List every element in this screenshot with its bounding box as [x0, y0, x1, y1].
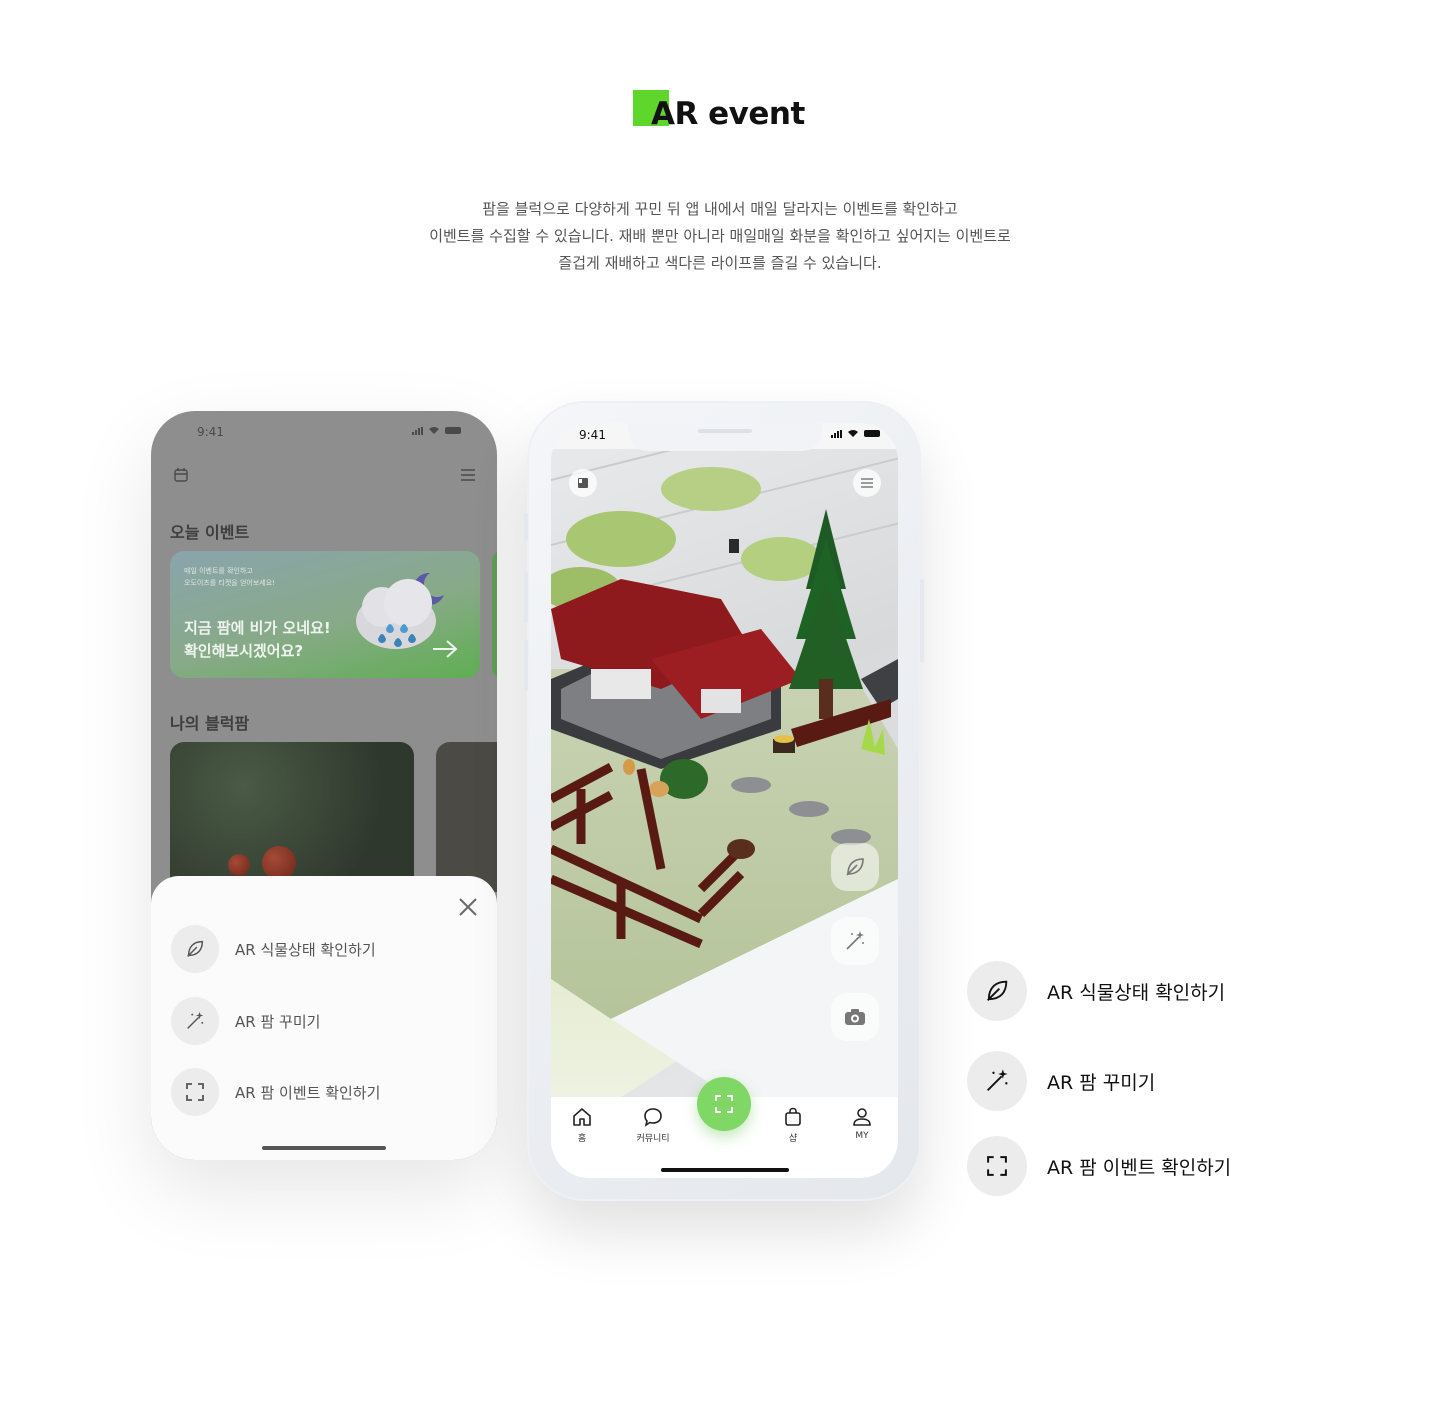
description-line: 팜을 블럭으로 다양하게 꾸민 뒤 앱 내에서 매일 달라지는 이벤트를 확인하…: [482, 200, 958, 218]
tab-my[interactable]: MY: [842, 1107, 882, 1141]
side-button: [524, 571, 528, 623]
status-icons: [412, 426, 461, 435]
legend-label: AR 팜 이벤트 확인하기: [1047, 1156, 1232, 1179]
legend-item-decorate: AR 팜 꾸미기: [967, 1051, 1155, 1111]
tab-shop[interactable]: 샵: [773, 1107, 813, 1144]
user-icon: [853, 1108, 871, 1126]
bottom-tab-bar: 홈 커뮤니티 샵 MY: [551, 1077, 898, 1178]
status-time: 9:41: [579, 428, 606, 442]
menu-icon: [861, 478, 873, 488]
scan-frame-icon: [715, 1095, 733, 1113]
ar-scan-button[interactable]: [697, 1077, 751, 1131]
tab-label: 홈: [577, 1134, 587, 1144]
home-indicator: [661, 1168, 789, 1172]
tab-label: 커뮤니티: [636, 1134, 670, 1144]
status-time: 9:41: [197, 425, 224, 439]
event-card-headline-line: 확인해보시겠어요?: [184, 642, 304, 660]
side-button: [524, 639, 528, 691]
legend-item-plant-status: AR 식물상태 확인하기: [967, 961, 1225, 1021]
right-phone-mockup: 9:41 홈 커뮤니티 샵 MY: [524, 401, 924, 1201]
status-bar: 9:41: [151, 411, 497, 451]
description-line: 이벤트를 수집할 수 있습니다. 재배 뿐만 아니라 매일매일 화분을 확인하고…: [429, 227, 1011, 245]
calendar-icon[interactable]: [173, 467, 189, 483]
leaf-icon: [846, 858, 864, 876]
leaf-icon: [171, 925, 219, 973]
phone-screen: 9:41 홈 커뮤니티 샵 MY: [551, 423, 898, 1178]
sheet-item-label: AR 팜 이벤트 확인하기: [235, 1083, 381, 1102]
signal-icon: [831, 429, 842, 438]
sheet-item-label: AR 팜 꾸미기: [235, 1012, 321, 1031]
signal-icon: [412, 426, 423, 435]
scan-frame-icon: [171, 1068, 219, 1116]
menu-icon[interactable]: [461, 469, 475, 481]
event-card-headline: 지금 팜에 비가 오네요! 확인해보시겠어요?: [184, 617, 331, 663]
arrow-right-icon[interactable]: [432, 639, 458, 659]
battery-icon: [445, 427, 461, 434]
camera-icon: [845, 1009, 865, 1025]
title-text: AR event: [651, 96, 805, 132]
ar-action-sheet: AR 식물상태 확인하기 AR 팜 꾸미기 AR 팜 이벤트 확인하기: [151, 876, 497, 1160]
side-button: [920, 579, 924, 663]
legend-item-event: AR 팜 이벤트 확인하기: [967, 1136, 1231, 1196]
menu-button[interactable]: [853, 469, 881, 497]
tab-community[interactable]: 커뮤니티: [633, 1107, 673, 1144]
today-event-title: 오늘 이벤트: [170, 523, 250, 542]
legend-label: AR 식물상태 확인하기: [1047, 981, 1226, 1004]
shopping-bag-icon: [785, 1107, 801, 1126]
bookmark-icon: [578, 478, 588, 488]
tab-label: 샵: [788, 1134, 798, 1144]
tab-label: MY: [855, 1131, 869, 1141]
legend-label: AR 팜 꾸미기: [1047, 1071, 1156, 1094]
camera-button[interactable]: [831, 993, 879, 1041]
decorate-button[interactable]: [831, 917, 879, 965]
event-card-headline-line: 지금 팜에 비가 오네요!: [184, 619, 331, 637]
bookmark-button[interactable]: [569, 469, 597, 497]
ar-camera-view[interactable]: [551, 449, 898, 1097]
status-icons: [831, 429, 880, 438]
tomato: [262, 846, 296, 880]
scan-frame-icon: [967, 1136, 1027, 1196]
event-card[interactable]: 매일 이벤트를 확인하고 오도이츠를 티켓을 얻어보세요! 지금 팜에 비가 오…: [170, 551, 480, 678]
sheet-item-label: AR 식물상태 확인하기: [235, 940, 376, 959]
event-card-caption-line: 매일 이벤트를 확인하고: [184, 567, 253, 575]
wifi-icon: [429, 427, 439, 434]
event-card-caption-line: 오도이츠를 티켓을 얻어보세요!: [184, 579, 275, 587]
my-farm-title: 나의 블럭팜: [170, 714, 250, 733]
speaker: [698, 429, 752, 433]
event-card-next[interactable]: [492, 551, 497, 678]
home-icon: [573, 1108, 591, 1126]
home-indicator: [262, 1146, 386, 1150]
wifi-icon: [848, 430, 858, 437]
leaf-icon: [967, 961, 1027, 1021]
description-line: 즐겁게 재배하고 색다른 라이프를 즐길 수 있습니다.: [558, 254, 882, 272]
section-description: 팜을 블럭으로 다양하게 꾸민 뒤 앱 내에서 매일 달라지는 이벤트를 확인하…: [320, 196, 1120, 277]
notch: [628, 423, 822, 451]
sheet-item-event[interactable]: AR 팜 이벤트 확인하기: [171, 1068, 380, 1116]
farm-photo[interactable]: [170, 742, 414, 892]
tab-home[interactable]: 홈: [562, 1107, 602, 1144]
farm-photo-next[interactable]: [436, 742, 497, 892]
event-card-caption: 매일 이벤트를 확인하고 오도이츠를 티켓을 얻어보세요!: [184, 565, 275, 589]
magic-wand-icon: [846, 931, 864, 950]
chat-bubble-icon: [644, 1108, 662, 1127]
plant-status-button[interactable]: [831, 843, 879, 891]
magic-wand-icon: [967, 1051, 1027, 1111]
battery-icon: [864, 430, 880, 437]
left-phone-mockup: 9:41 오늘 이벤트 매일 이벤트를 확인하고 오도이츠를 티켓을 얻어보세요…: [151, 411, 497, 1160]
sheet-item-plant-status[interactable]: AR 식물상태 확인하기: [171, 925, 376, 973]
close-icon[interactable]: [457, 896, 479, 918]
magic-wand-icon: [171, 997, 219, 1045]
sheet-item-decorate[interactable]: AR 팜 꾸미기: [171, 997, 320, 1045]
tomato: [228, 854, 250, 876]
side-button: [524, 513, 528, 541]
